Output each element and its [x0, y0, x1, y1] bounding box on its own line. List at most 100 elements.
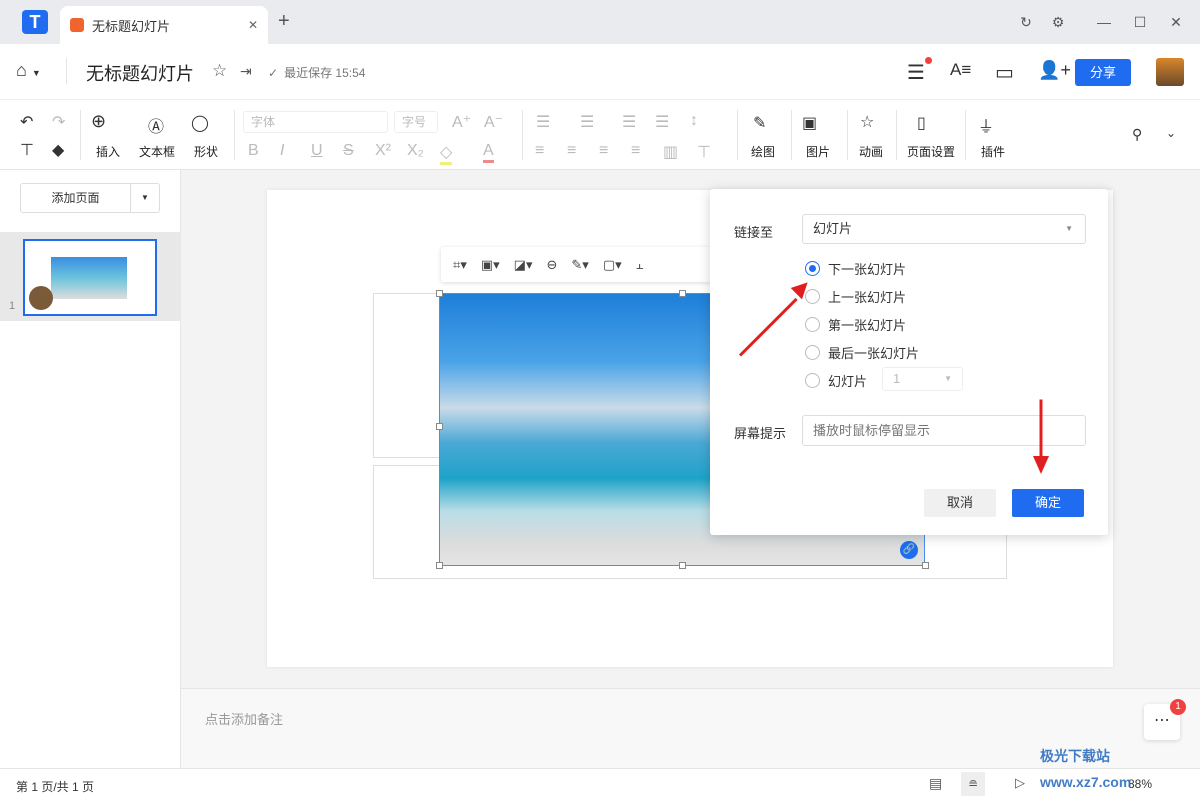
format-painter-icon[interactable]: ⊤ [20, 140, 34, 160]
textbox-button[interactable]: 文本框 [139, 143, 175, 160]
cancel-button[interactable]: 取消 [924, 489, 996, 517]
chevron-down-icon[interactable]: ⌄ [1166, 126, 1176, 140]
close-tab-icon[interactable]: ✕ [248, 18, 258, 32]
shadow-icon[interactable]: ▢▾ [603, 257, 622, 273]
maximize-button[interactable]: ☐ [1130, 12, 1150, 32]
resize-handle[interactable] [436, 290, 443, 297]
shape-button[interactable]: 形状 [194, 143, 218, 160]
distribute-icon[interactable]: ▥ [663, 142, 678, 162]
minimize-button[interactable]: — [1094, 12, 1114, 32]
radio-first-slide[interactable]: 第一张幻灯片 [805, 315, 906, 334]
plugin-button[interactable]: 插件 [981, 143, 1005, 160]
avatar[interactable] [1156, 58, 1184, 86]
font-select[interactable]: 字体 [243, 111, 388, 133]
underline-icon[interactable]: U [311, 142, 323, 160]
settings-icon[interactable]: ⚙ [1048, 12, 1068, 32]
justify-icon[interactable]: ≡ [631, 142, 640, 160]
divider [80, 110, 81, 160]
crop-icon[interactable]: ⌗▾ [453, 257, 467, 273]
shape-icon[interactable]: ◯ [191, 113, 209, 133]
align-right-icon[interactable]: ≡ [599, 142, 608, 160]
image-toolbar: ⌗▾ ▣▾ ◪▾ ⊖ ✎▾ ▢▾ ⫠ [441, 247, 711, 282]
slide-number-select[interactable]: 1 ▼ [882, 367, 963, 391]
resize-handle[interactable] [679, 290, 686, 297]
radio-button[interactable] [805, 345, 820, 360]
radio-last-slide[interactable]: 最后一张幻灯片 [805, 343, 919, 362]
vertical-align-icon[interactable]: ⊤ [697, 142, 711, 162]
superscript-icon[interactable]: X² [375, 142, 391, 160]
resize-handle[interactable] [436, 562, 443, 569]
share-button[interactable]: 分享 [1075, 59, 1131, 86]
notes-toggle-icon[interactable]: ≘ [961, 772, 985, 796]
radio-button[interactable] [805, 261, 820, 276]
link-to-select[interactable]: 幻灯片 ▼ [802, 214, 1086, 244]
plugin-icon[interactable]: ⏚ [978, 113, 994, 137]
document-title[interactable]: 无标题幻灯片 [86, 60, 194, 86]
draw-icon[interactable]: ✎ [753, 113, 766, 133]
animation-icon[interactable]: ☆ [860, 112, 874, 132]
font-color-icon[interactable]: A [483, 142, 494, 163]
screen-tip-input[interactable] [802, 415, 1086, 446]
resize-handle[interactable] [436, 423, 443, 430]
slide-thumbnail[interactable] [23, 239, 157, 316]
add-collaborator-icon[interactable]: 👤+ [1038, 60, 1071, 81]
line-spacing-icon[interactable]: ↕ [690, 112, 698, 130]
redo-icon[interactable]: ↷ [52, 112, 65, 132]
textbox-icon[interactable]: Ⓐ [148, 113, 164, 137]
font-size-select[interactable]: 字号 [394, 111, 438, 133]
home-icon[interactable]: ⌂ ▼ [16, 60, 41, 81]
tab-document[interactable]: 无标题幻灯片 ✕ [60, 6, 268, 44]
subscript-icon[interactable]: X₂ [407, 142, 424, 160]
present-icon[interactable]: ▭ [995, 60, 1014, 85]
align-icon[interactable]: ⫠ [636, 257, 644, 273]
new-tab-button[interactable]: + [278, 10, 290, 33]
highlight-icon[interactable]: ◇ [440, 142, 453, 165]
undo-icon[interactable]: ↶ [20, 112, 33, 132]
close-window-button[interactable]: ✕ [1166, 12, 1186, 32]
flip-icon[interactable]: ⊖ [546, 257, 557, 273]
eraser-icon[interactable]: ◆ [52, 140, 64, 160]
strikethrough-icon[interactable]: S [343, 142, 354, 160]
animation-button[interactable]: 动画 [859, 143, 883, 160]
align-left-icon[interactable]: ≡ [535, 142, 544, 160]
text-style-icon[interactable]: A≡ [950, 60, 971, 80]
layout-icon[interactable]: ▤ [929, 775, 942, 792]
ok-button[interactable]: 确定 [1012, 489, 1084, 517]
indent-icon[interactable]: ☰ [655, 112, 669, 132]
radio-specific-slide[interactable]: 幻灯片 [805, 371, 867, 390]
star-icon[interactable]: ☆ [212, 61, 227, 81]
sync-icon[interactable]: ↻ [1016, 12, 1036, 32]
move-folder-icon[interactable]: ⇥ [240, 63, 252, 80]
insert-icon[interactable]: ⊕ [91, 111, 106, 132]
italic-icon[interactable]: I [280, 142, 284, 160]
increase-font-icon[interactable]: A⁺ [452, 112, 471, 132]
radio-button[interactable] [805, 317, 820, 332]
align-center-icon[interactable]: ≡ [567, 142, 576, 160]
divider [965, 110, 966, 160]
insert-button[interactable]: 插入 [96, 143, 120, 160]
page-setup-button[interactable]: 页面设置 [907, 143, 955, 160]
link-icon[interactable]: 🔗 [900, 541, 918, 559]
draw-button[interactable]: 绘图 [751, 143, 775, 160]
numbered-list-icon[interactable]: ☰ [580, 112, 594, 132]
page-setup-icon[interactable]: ▯ [917, 113, 926, 133]
radio-next-slide[interactable]: 下一张幻灯片 [805, 259, 906, 278]
radio-button[interactable] [805, 373, 820, 388]
search-icon[interactable]: ⚲ [1132, 126, 1142, 143]
resize-handle[interactable] [922, 562, 929, 569]
bold-icon[interactable]: B [248, 142, 259, 160]
add-page-button[interactable]: 添加页面 [21, 184, 131, 212]
add-page-dropdown[interactable]: ▼ [131, 184, 159, 212]
decrease-font-icon[interactable]: A⁻ [484, 112, 503, 132]
radio-previous-slide[interactable]: 上一张幻灯片 [805, 287, 906, 306]
picture-icon[interactable]: ▣ [802, 113, 817, 133]
picture-button[interactable]: 图片 [806, 143, 830, 160]
menu-icon[interactable]: ☰ [907, 60, 925, 85]
replace-image-icon[interactable]: ▣▾ [481, 257, 500, 273]
bullet-list-icon[interactable]: ☰ [536, 112, 550, 132]
play-icon[interactable]: ▷ [1015, 775, 1025, 791]
outdent-icon[interactable]: ☰ [622, 112, 636, 132]
border-color-icon[interactable]: ✎▾ [571, 257, 588, 273]
resize-handle[interactable] [679, 562, 686, 569]
image-effect-icon[interactable]: ◪▾ [514, 257, 533, 273]
